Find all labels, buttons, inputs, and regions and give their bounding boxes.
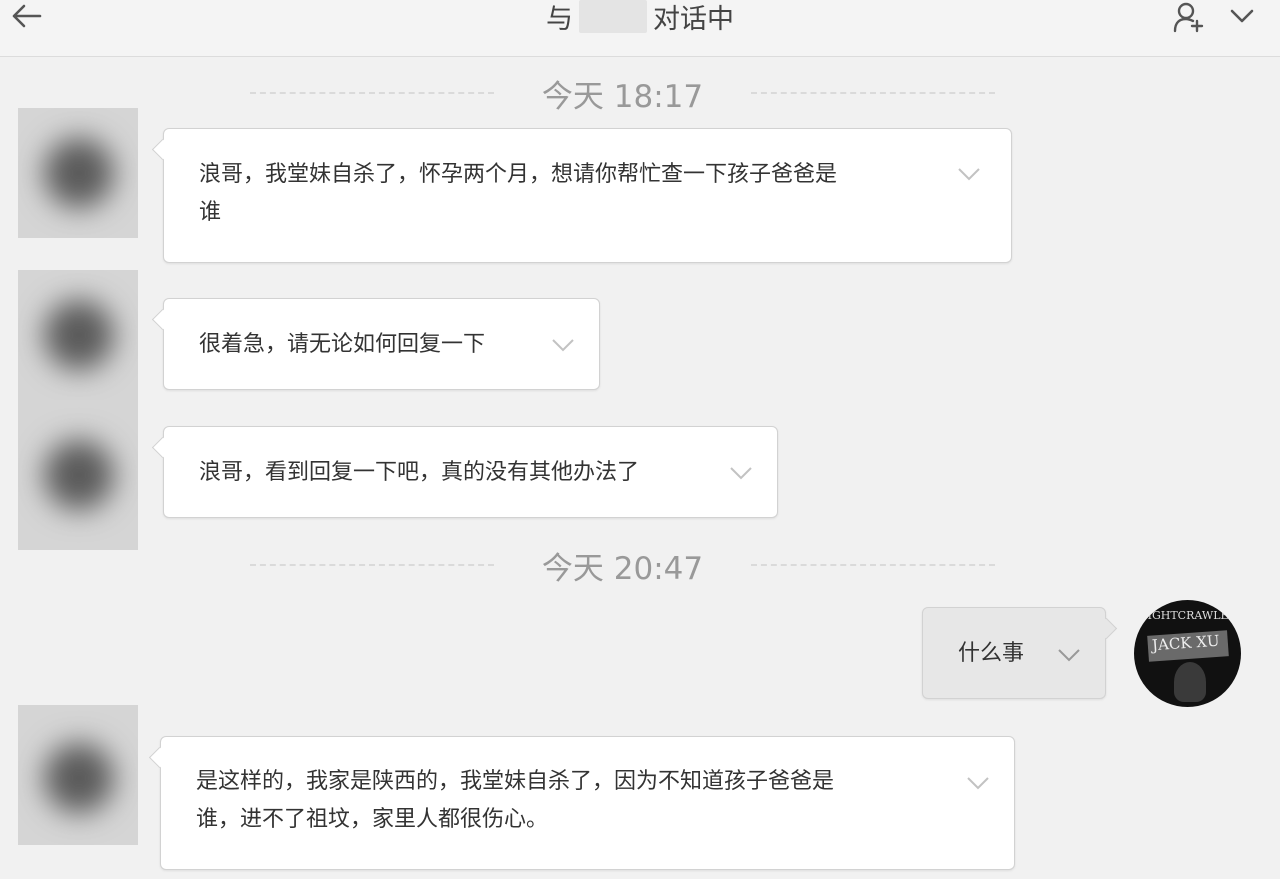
message-text: 浪哥，我堂妹自杀了，怀孕两个月，想请你帮忙查一下孩子爸爸是 谁	[199, 156, 837, 232]
title-suffix: 对话中	[653, 3, 734, 35]
timestamp-text: 今天 18:17	[541, 78, 704, 115]
timestamp-divider: 今天 20:47	[250, 545, 996, 587]
message-text: 是这样的，我家是陕西的，我堂妹自杀了，因为不知道孩子爸爸是 谁，进不了祖坟，家里…	[196, 763, 834, 839]
message-menu-button[interactable]	[964, 773, 992, 793]
add-user-button[interactable]	[1170, 0, 1208, 34]
avatar-top-text: NIGHTCRAWLER	[1138, 609, 1237, 622]
timestamp-text: 今天 20:47	[541, 550, 704, 587]
message-text: 浪哥，看到回复一下吧，真的没有其他办法了	[199, 454, 639, 492]
chevron-down-icon	[1058, 649, 1080, 662]
divider-line	[751, 564, 996, 566]
message-line: 很着急，请无论如何回复一下	[199, 332, 486, 357]
chat-header: 与 对话中	[0, 0, 1280, 57]
message-line: 浪哥，我堂妹自杀了，怀孕两个月，想请你帮忙查一下孩子爸爸是	[199, 162, 838, 187]
masked-contact-name	[579, 0, 647, 33]
message-bubble-incoming[interactable]: 很着急，请无论如何回复一下	[163, 298, 600, 390]
message-line: 是这样的，我家是陕西的，我堂妹自杀了，因为不知道孩子爸爸是	[196, 769, 835, 794]
message-line: 什么事	[958, 641, 1025, 666]
message-line: 浪哥，看到回复一下吧，真的没有其他办法了	[199, 460, 640, 485]
chevron-down-icon	[958, 168, 980, 181]
user-avatar[interactable]: NIGHTCRAWLER JACK XU	[1134, 600, 1241, 707]
contact-avatar[interactable]	[18, 108, 138, 238]
add-user-icon	[1173, 2, 1204, 33]
message-menu-button[interactable]	[955, 164, 983, 184]
message-bubble-incoming[interactable]: 浪哥，我堂妹自杀了，怀孕两个月，想请你帮忙查一下孩子爸爸是 谁	[163, 128, 1012, 263]
message-bubble-outgoing[interactable]: 什么事	[922, 607, 1106, 699]
title-prefix: 与	[546, 3, 573, 35]
message-line: 谁，进不了祖坟，家里人都很伤心。	[196, 807, 549, 832]
divider-line	[250, 92, 494, 94]
message-menu-button[interactable]	[549, 335, 577, 355]
message-menu-button[interactable]	[1055, 645, 1083, 665]
avatar-figure	[1174, 662, 1206, 702]
chevron-down-icon	[967, 777, 989, 790]
divider-line	[250, 564, 494, 566]
contact-avatar[interactable]	[18, 400, 138, 550]
timestamp-divider: 今天 18:17	[250, 73, 996, 115]
contact-avatar[interactable]	[18, 270, 138, 400]
message-bubble-incoming[interactable]: 是这样的，我家是陕西的，我堂妹自杀了，因为不知道孩子爸爸是 谁，进不了祖坟，家里…	[160, 736, 1015, 870]
message-text: 什么事	[958, 635, 1024, 673]
message-text: 很着急，请无论如何回复一下	[199, 326, 485, 364]
contact-avatar[interactable]	[18, 705, 138, 845]
chevron-down-icon	[552, 339, 574, 352]
message-bubble-incoming[interactable]: 浪哥，看到回复一下吧，真的没有其他办法了	[163, 426, 778, 518]
conversation-title: 与 对话中	[0, 0, 1280, 35]
chevron-down-icon	[1230, 9, 1254, 23]
message-line: 谁	[199, 200, 222, 225]
chevron-down-icon	[730, 467, 752, 480]
message-menu-button[interactable]	[727, 463, 755, 483]
divider-line	[751, 92, 996, 94]
header-menu-button[interactable]	[1226, 0, 1258, 32]
